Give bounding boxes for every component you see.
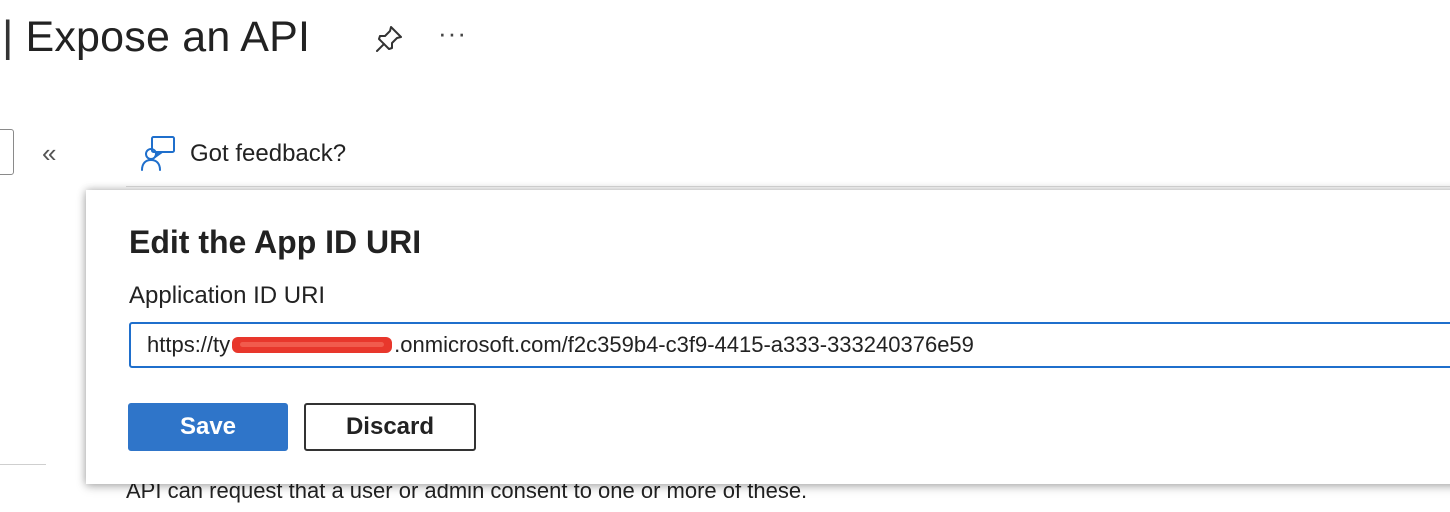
redaction-mark <box>232 337 393 353</box>
feedback-button[interactable]: Got feedback? <box>138 134 346 174</box>
toolbar-divider <box>126 186 1450 187</box>
expose-api-page: | Expose an API ··· « Got feedback? API … <box>0 0 1450 512</box>
application-id-uri-label: Application ID URI <box>129 282 326 309</box>
sidebar-divider <box>0 464 46 465</box>
edit-app-id-uri-panel: Edit the App ID URI Application ID URI h… <box>86 190 1450 484</box>
page-title: Expose an API <box>25 12 311 61</box>
sidebar-search-input[interactable] <box>0 129 14 175</box>
discard-button[interactable]: Discard <box>304 403 476 451</box>
uri-prefix: https:// <box>147 332 214 357</box>
uri-visible-char: ty <box>213 332 231 357</box>
save-button[interactable]: Save <box>128 403 288 451</box>
pin-icon[interactable] <box>372 22 406 56</box>
feedback-label: Got feedback? <box>190 140 347 167</box>
panel-title: Edit the App ID URI <box>129 224 422 260</box>
application-id-uri-input[interactable]: https://ty .onmicrosoft.com/f2c359b4-c3f9… <box>129 322 1450 368</box>
feedback-person-icon <box>138 134 178 174</box>
double-chevron-left-icon[interactable]: « <box>42 138 56 169</box>
more-icon[interactable]: ··· <box>438 18 467 49</box>
page-header: | Expose an API <box>0 6 310 68</box>
title-separator: | <box>2 12 14 61</box>
uri-suffix: .onmicrosoft.com/f2c359b4-c3f9-4415-a333… <box>394 332 974 357</box>
